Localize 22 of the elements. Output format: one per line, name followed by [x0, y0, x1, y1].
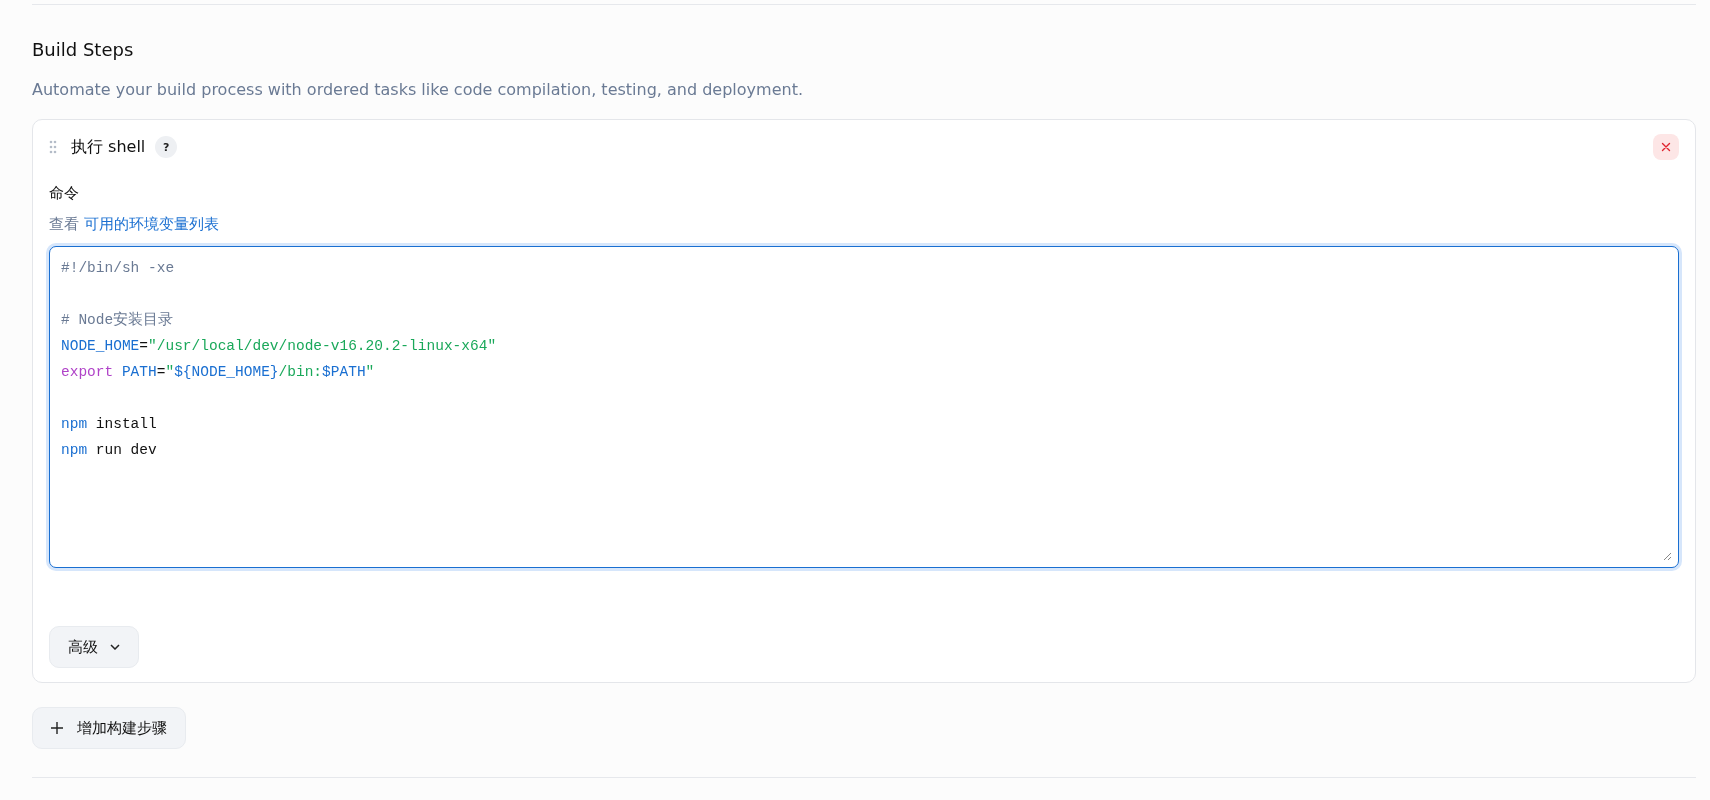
close-button[interactable]	[1653, 134, 1679, 160]
code-line: # Node安装目录	[61, 310, 175, 330]
advanced-button[interactable]: 高级	[49, 626, 139, 668]
chevron-down-icon	[110, 644, 120, 650]
environment-variables-link[interactable]: 可用的环境变量列表	[84, 215, 219, 234]
help-button[interactable]: ?	[155, 136, 178, 158]
code-line: NODE_HOME="/usr/local/dev/node-v16.20.2-linux-x64"	[61, 337, 498, 356]
resize-handle-icon[interactable]	[1663, 552, 1672, 561]
close-icon	[1661, 142, 1671, 152]
step-title: 执行 shell	[71, 136, 146, 158]
code-line: npm install	[61, 415, 158, 434]
section-title: Build Steps	[32, 39, 135, 60]
section-description: Automate your build process with ordered tasks like code compilation, testing, and deployment.	[32, 80, 804, 99]
hint-text: 查看	[49, 215, 79, 234]
add-build-step-button[interactable]: 增加构建步骤	[32, 707, 186, 749]
command-editor[interactable]: #!/bin/sh -xe # Node安装目录 NODE_HOME="/usr/local/dev/node-v16.20.2-linux-x64" export PATH="${NODE_HOME}/bin:$PATH" npm install npm run dev	[49, 246, 1679, 568]
code-line: export PATH="${NODE_HOME}/bin:$PATH"	[61, 363, 376, 382]
field-label: 命令	[49, 184, 80, 203]
code-line: #!/bin/sh -xe	[61, 259, 176, 278]
code-line: npm run dev	[61, 441, 158, 460]
plus-icon	[51, 722, 63, 734]
drag-handle-icon[interactable]	[49, 140, 57, 154]
